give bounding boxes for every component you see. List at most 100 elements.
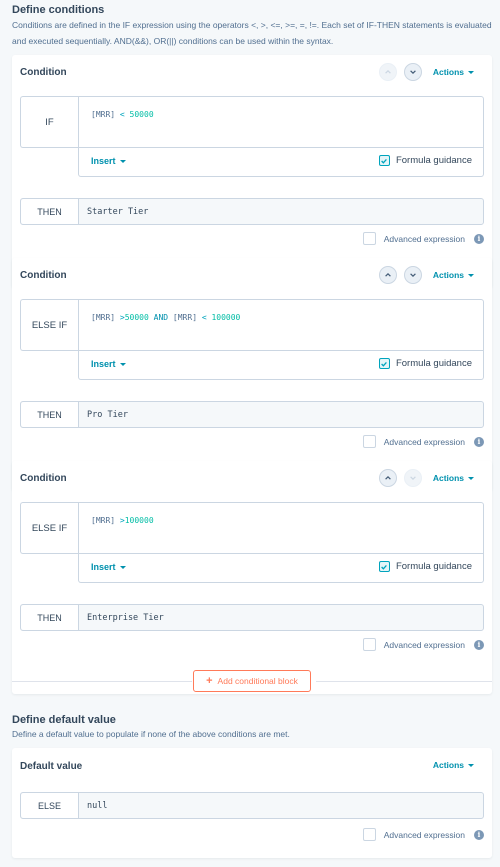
plus-icon: + bbox=[206, 674, 213, 687]
expression-token: > bbox=[115, 313, 125, 322]
divider-left bbox=[12, 681, 192, 682]
advanced-expression-checkbox[interactable] bbox=[362, 638, 376, 651]
if-block: ELSE IF [MRR] >100000 Insert Formula gui… bbox=[20, 502, 484, 596]
advanced-expression-option: Advanced expression i bbox=[362, 638, 484, 651]
insert-dropdown[interactable]: Insert bbox=[91, 562, 126, 572]
insert-dropdown[interactable]: Insert bbox=[91, 359, 126, 369]
insert-dropdown[interactable]: Insert bbox=[91, 156, 126, 166]
expression-token: > bbox=[115, 516, 125, 525]
chevron-up-icon bbox=[385, 475, 391, 480]
if-block: IF [MRR] < 50000 Insert Formula guidance bbox=[20, 96, 484, 190]
info-icon[interactable]: i bbox=[474, 829, 484, 840]
then-label: THEN bbox=[21, 402, 79, 427]
else-value-input[interactable]: null bbox=[79, 793, 483, 818]
if-label: IF bbox=[20, 96, 78, 148]
advanced-expression-checkbox[interactable] bbox=[362, 435, 376, 448]
add-conditional-block-label: Add conditional block bbox=[217, 676, 298, 686]
advanced-expression-label: Advanced expression bbox=[383, 829, 465, 840]
advanced-expression-option: Advanced expression i bbox=[362, 232, 484, 245]
info-icon[interactable]: i bbox=[474, 436, 484, 447]
else-label: ELSE bbox=[21, 793, 79, 818]
condition-card-2: Condition Actions ELSE IF [MRR] >50000 A… bbox=[12, 258, 492, 491]
editor-toolbar: Insert Formula guidance bbox=[78, 554, 484, 583]
actions-label: Actions bbox=[432, 67, 464, 77]
divider-right bbox=[316, 681, 492, 682]
checkmark-icon bbox=[381, 564, 388, 570]
formula-guidance-label: Formula guidance bbox=[395, 561, 472, 572]
expression-editor[interactable]: [MRR] < 50000 bbox=[78, 96, 484, 148]
actions-dropdown[interactable]: Actions bbox=[433, 473, 474, 483]
info-icon[interactable]: i bbox=[474, 639, 484, 650]
editor-toolbar: Insert Formula guidance bbox=[78, 351, 484, 380]
actions-dropdown[interactable]: Actions bbox=[433, 67, 474, 77]
if-label: ELSE IF bbox=[20, 299, 78, 351]
actions-label: Actions bbox=[432, 270, 464, 280]
insert-label: Insert bbox=[91, 359, 116, 369]
caret-down-icon bbox=[468, 70, 474, 74]
if-label: ELSE IF bbox=[20, 502, 78, 554]
else-row: ELSE null bbox=[20, 792, 484, 819]
condition-card-3: Condition Actions ELSE IF [MRR] >100000 … bbox=[12, 461, 492, 694]
expression-token: [MRR] bbox=[91, 516, 116, 525]
formula-guidance-label: Formula guidance bbox=[395, 155, 472, 166]
then-value-input[interactable]: Enterprise Tier bbox=[79, 605, 483, 630]
then-row: THEN Enterprise Tier bbox=[20, 604, 484, 631]
then-label: THEN bbox=[21, 605, 79, 630]
caret-down-icon bbox=[468, 763, 474, 767]
move-up-button[interactable] bbox=[378, 266, 397, 284]
formula-guidance-checkbox[interactable] bbox=[378, 561, 390, 572]
condition-header: Condition bbox=[20, 270, 67, 281]
move-down-button[interactable] bbox=[403, 469, 422, 487]
then-row: THEN Starter Tier bbox=[20, 198, 484, 225]
advanced-expression-label: Advanced expression bbox=[383, 436, 465, 447]
formula-guidance-toggle[interactable]: Formula guidance bbox=[378, 358, 472, 369]
then-value-input[interactable]: Starter Tier bbox=[79, 199, 483, 224]
advanced-expression-checkbox[interactable] bbox=[362, 232, 376, 245]
expression-token: [MRR] bbox=[172, 313, 198, 322]
actions-dropdown[interactable]: Actions bbox=[433, 270, 474, 280]
expression-editor[interactable]: [MRR] >100000 bbox=[78, 502, 484, 554]
expression-token: [MRR] bbox=[91, 313, 116, 322]
formula-guidance-toggle[interactable]: Formula guidance bbox=[378, 155, 472, 166]
chevron-down-icon bbox=[410, 273, 416, 278]
conditions-section-title: Define conditions bbox=[12, 4, 105, 16]
default-value-header: Default value bbox=[20, 761, 83, 772]
caret-down-icon bbox=[119, 362, 126, 366]
caret-down-icon bbox=[468, 273, 474, 277]
formula-guidance-checkbox[interactable] bbox=[378, 155, 390, 166]
insert-label: Insert bbox=[91, 562, 116, 572]
expression-token: 100000 bbox=[124, 516, 154, 525]
advanced-expression-option: Advanced expression i bbox=[362, 435, 484, 448]
move-down-button[interactable] bbox=[403, 63, 422, 81]
formula-guidance-toggle[interactable]: Formula guidance bbox=[378, 561, 472, 572]
advanced-expression-option: Advanced expression i bbox=[362, 828, 484, 841]
default-value-card: Default value Actions ELSE null Advanced… bbox=[12, 748, 492, 858]
info-icon[interactable]: i bbox=[474, 233, 484, 244]
expression-token: 100000 bbox=[211, 313, 241, 322]
advanced-expression-checkbox[interactable] bbox=[362, 828, 376, 841]
chevron-down-icon bbox=[410, 476, 416, 481]
expression-editor[interactable]: [MRR] >50000 AND [MRR] < 100000 bbox=[78, 299, 484, 351]
actions-label: Actions bbox=[432, 760, 464, 770]
actions-label: Actions bbox=[432, 473, 464, 483]
actions-dropdown[interactable]: Actions bbox=[433, 760, 474, 770]
formula-guidance-checkbox[interactable] bbox=[378, 358, 390, 369]
default-section-description: Define a default value to populate if no… bbox=[12, 729, 290, 739]
move-up-button[interactable] bbox=[378, 469, 397, 487]
checkmark-icon bbox=[381, 158, 388, 164]
then-value-input[interactable]: Pro Tier bbox=[79, 402, 483, 427]
condition-header: Condition bbox=[20, 67, 67, 78]
caret-down-icon bbox=[468, 476, 474, 480]
expression-token: < bbox=[115, 110, 130, 119]
then-label: THEN bbox=[21, 199, 79, 224]
insert-label: Insert bbox=[91, 156, 116, 166]
chevron-up-icon bbox=[385, 272, 391, 277]
move-up-button[interactable] bbox=[378, 63, 397, 81]
if-block: ELSE IF [MRR] >50000 AND [MRR] < 100000 … bbox=[20, 299, 484, 393]
caret-down-icon bbox=[119, 565, 126, 569]
conditions-section-description: Conditions are defined in the IF express… bbox=[12, 20, 492, 46]
expression-token: < bbox=[197, 313, 212, 322]
move-down-button[interactable] bbox=[403, 266, 422, 284]
editor-toolbar: Insert Formula guidance bbox=[78, 148, 484, 177]
add-conditional-block-button[interactable]: + Add conditional block bbox=[193, 670, 311, 692]
